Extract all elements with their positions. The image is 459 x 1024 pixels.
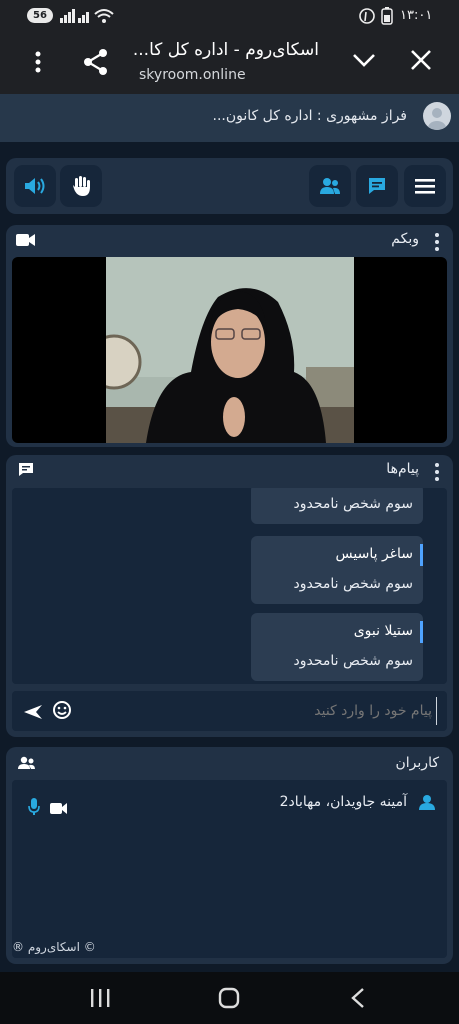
pinterest-icon: [359, 8, 375, 24]
message-sender: ساغر پاسیس: [335, 546, 413, 562]
participant-video: [106, 257, 354, 443]
more-options-icon[interactable]: [34, 50, 42, 78]
messages-panel: پیام‌ها سوم شخص نامحدود ساغر پاسیس سوم ش…: [6, 455, 453, 737]
recent-apps-icon[interactable]: [90, 988, 112, 1012]
message-input[interactable]: [82, 697, 437, 725]
signal-icon-2: [78, 12, 89, 23]
webcam-title: وبکم: [391, 231, 419, 247]
message-list[interactable]: سوم شخص نامحدود ساغر پاسیس سوم شخص نامحد…: [12, 488, 447, 684]
back-icon[interactable]: [350, 987, 366, 1013]
close-icon[interactable]: [410, 49, 432, 75]
message-text: سوم شخص نامحدود: [293, 576, 414, 592]
message-accent: [420, 621, 423, 643]
message-accent: [420, 544, 423, 566]
battery-indicator: 56: [27, 8, 53, 23]
hand-icon: [73, 176, 90, 196]
message-text: سوم شخص نامحدود: [293, 496, 414, 512]
messages-title: پیام‌ها: [386, 461, 419, 477]
chevron-down-icon[interactable]: [352, 52, 376, 72]
webcam-panel: وبکم: [6, 225, 453, 447]
hamburger-icon: [415, 179, 435, 194]
chat-icon: [369, 178, 385, 194]
home-icon[interactable]: [218, 987, 240, 1013]
users-toggle-button[interactable]: [309, 165, 351, 207]
speaker-icon: [25, 178, 45, 194]
list-item: ستیلا نبوی سوم شخص نامحدود: [251, 613, 423, 681]
signal-icon: [60, 9, 75, 23]
user-name: آمینه جاویدان، مهاباد2: [279, 794, 407, 810]
share-icon[interactable]: [83, 48, 109, 80]
list-item: سوم شخص نامحدود: [251, 488, 423, 524]
avatar: [423, 102, 451, 130]
webcam-options-icon[interactable]: [435, 233, 439, 254]
emoji-icon[interactable]: [52, 700, 72, 724]
user-icon: [419, 794, 435, 814]
users-icon: [18, 755, 36, 774]
message-sender: ستیلا نبوی: [353, 623, 413, 639]
wifi-icon: [94, 9, 114, 23]
users-icon: [320, 178, 340, 194]
messages-options-icon[interactable]: [435, 463, 439, 484]
speaker-button[interactable]: [14, 165, 56, 207]
users-title: کاربران: [395, 755, 439, 771]
message-input-bar: [12, 691, 447, 731]
browser-bar: اسکای‌روم - اداره کل کا... skyroom.onlin…: [0, 32, 459, 94]
toolbar: [6, 158, 453, 214]
chat-icon: [18, 462, 34, 481]
microphone-icon[interactable]: [28, 798, 40, 820]
announcement-text: فراز مشهوری : اداره کل کانون...: [212, 108, 408, 124]
list-item: ساغر پاسیس سوم شخص نامحدود: [251, 536, 423, 604]
navigation-bar: [0, 972, 459, 1024]
message-text: سوم شخص نامحدود: [293, 653, 414, 669]
copyright-text: © اسکای‌روم ®: [12, 940, 96, 954]
status-bar: 56 ۱۳:۰۱: [0, 0, 459, 32]
list-item[interactable]: آمینه جاویدان، مهاباد2: [12, 780, 447, 820]
clock: ۱۳:۰۱: [400, 8, 433, 23]
users-panel: کاربران آمینه جاویدان، مهاباد2: [6, 747, 453, 964]
chat-toggle-button[interactable]: [356, 165, 398, 207]
battery-status-icon: [381, 7, 393, 25]
raise-hand-button[interactable]: [60, 165, 102, 207]
user-list: آمینه جاویدان، مهاباد2: [12, 780, 447, 958]
video-camera-icon: [16, 232, 36, 251]
page-url: skyroom.online: [139, 67, 246, 83]
announcement-bar: فراز مشهوری : اداره کل کانون...: [0, 94, 459, 142]
send-icon[interactable]: [24, 704, 42, 723]
video-camera-icon[interactable]: [50, 800, 68, 819]
page-title: اسکای‌روم - اداره کل کا...: [132, 40, 319, 60]
video-stream[interactable]: [12, 257, 447, 443]
menu-button[interactable]: [404, 165, 446, 207]
